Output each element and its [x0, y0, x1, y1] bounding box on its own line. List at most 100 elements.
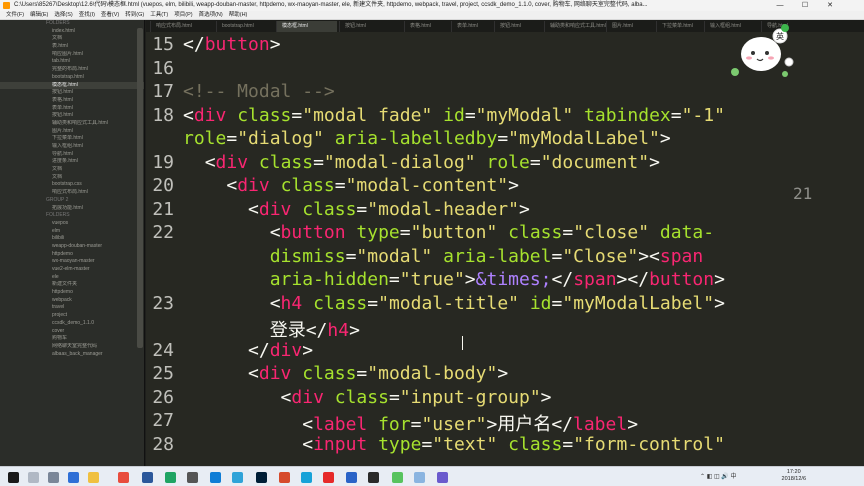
sidebar-file-item[interactable]: ccsdk_demo_1.1.0: [0, 320, 144, 328]
sidebar-file-item[interactable]: weapp-douban-master: [0, 243, 144, 251]
code-line[interactable]: <!-- Modal -->: [183, 81, 335, 102]
sidebar-file-item[interactable]: 网络聊天室完整代码: [0, 343, 144, 351]
code-line[interactable]: <div class="modal fade" id="myModal" tab…: [183, 105, 725, 126]
sidebar-file-item[interactable]: ele: [0, 274, 144, 282]
sidebar-file-item[interactable]: 文档: [0, 174, 144, 182]
editor-tab[interactable]: 响应式布局.html: [150, 21, 214, 32]
sidebar-file-item[interactable]: 表格.html: [0, 97, 144, 105]
sidebar-file-item[interactable]: 完整的布局.html: [0, 66, 144, 74]
code-line[interactable]: aria-hidden="true">&times;</span></butto…: [183, 269, 725, 290]
code-line[interactable]: </div>: [183, 340, 313, 361]
menu-item[interactable]: 首选项(N): [199, 11, 223, 20]
sidebar-file-item[interactable]: travel: [0, 304, 144, 312]
word-icon[interactable]: [142, 472, 153, 483]
photoshop-icon[interactable]: [256, 472, 267, 483]
close-window-button[interactable]: ✕: [820, 0, 840, 11]
editor-tab[interactable]: 表单.html: [451, 21, 492, 32]
sidebar-file-item[interactable]: httpdemo: [0, 289, 144, 297]
sidebar-file-item[interactable]: 图片.html: [0, 128, 144, 136]
sidebar-file-item[interactable]: 新建文件夹: [0, 281, 144, 289]
code-line[interactable]: 登录</h4>: [183, 316, 360, 342]
code-line[interactable]: <label for="user">用户名</label>: [183, 410, 638, 436]
sidebar-file-item[interactable]: 输入框组.html: [0, 143, 144, 151]
sidebar-file-item[interactable]: 响应图片.html: [0, 51, 144, 59]
sidebar-file-item[interactable]: cover: [0, 328, 144, 336]
editor-tab[interactable]: 辅助类和响应式工具.html: [544, 21, 606, 32]
app-icon-blue[interactable]: [232, 472, 243, 483]
editor-tab[interactable]: 按钮.html: [339, 21, 402, 32]
taskbar-clock[interactable]: 17:20 2018/12/6: [782, 469, 806, 483]
ie-icon[interactable]: [210, 472, 221, 483]
app-icon-orange[interactable]: [279, 472, 290, 483]
maximize-button[interactable]: ☐: [795, 0, 815, 11]
code-line[interactable]: <div class="modal-dialog" role="document…: [183, 152, 660, 173]
sidebar-section-header[interactable]: FOLDERS: [0, 212, 144, 220]
sidebar-scrollbar[interactable]: [137, 28, 143, 348]
app-icon-red[interactable]: [118, 472, 129, 483]
sidebar-file-item[interactable]: httpdemo: [0, 251, 144, 259]
sidebar-file-item[interactable]: elm: [0, 228, 144, 236]
app-icon-purple[interactable]: [437, 472, 448, 483]
code-line[interactable]: </button>: [183, 34, 281, 55]
sidebar-file-item[interactable]: 响应式布局.html: [0, 189, 144, 197]
code-line[interactable]: <div class="input-group">: [183, 387, 552, 408]
sidebar-file-item[interactable]: 表单.html: [0, 105, 144, 113]
code-line[interactable]: <div class="modal-header">: [183, 199, 530, 220]
terminal-icon[interactable]: [368, 472, 379, 483]
app-icon-light-blue[interactable]: [414, 472, 425, 483]
menu-item[interactable]: 转到(G): [125, 11, 144, 20]
sidebar-file-item[interactable]: 进度条.html: [0, 158, 144, 166]
menu-item[interactable]: 查找(I): [79, 11, 95, 20]
editor-tab[interactable]: bootstrap.html: [216, 21, 274, 32]
menu-item[interactable]: 查看(V): [101, 11, 119, 20]
code-line[interactable]: <div class="modal-content">: [183, 175, 519, 196]
editor-tab[interactable]: 表格.html: [404, 21, 449, 32]
code-line[interactable]: <div class="modal-body">: [183, 363, 508, 384]
sidebar-file-item[interactable]: 文档: [0, 166, 144, 174]
editor-tab[interactable]: 按钮.html: [494, 21, 542, 32]
code-editor[interactable]: 15 </button> 16 17 <!-- Modal --> 18 <div clas…: [146, 32, 864, 466]
sidebar-file-item[interactable]: bilibili: [0, 235, 144, 243]
edge-browser-icon[interactable]: [68, 472, 79, 483]
sidebar-file-item[interactable]: bootstrap.html: [0, 74, 144, 82]
task-view-icon[interactable]: [48, 472, 59, 483]
sidebar-file-item[interactable]: webpack: [0, 297, 144, 305]
code-line[interactable]: dismiss="modal" aria-label="Close"><span: [183, 246, 704, 267]
sidebar-file-item[interactable]: index.html: [0, 28, 144, 36]
sidebar-file-item[interactable]: 模态框.html: [0, 81, 144, 90]
menu-item[interactable]: 帮助(H): [229, 11, 248, 20]
sidebar-file-item[interactable]: albaas_back_manager: [0, 351, 144, 359]
sidebar-file-item[interactable]: 按钮.html: [0, 112, 144, 120]
sidebar-file-item[interactable]: 拓展功能.html: [0, 205, 144, 213]
menu-item[interactable]: 编辑(E): [30, 11, 48, 20]
sidebar-file-item[interactable]: vue2-elm-master: [0, 266, 144, 274]
sidebar-file-item[interactable]: 下拉菜单.html: [0, 135, 144, 143]
sidebar-file-item[interactable]: 按钮.html: [0, 89, 144, 97]
sidebar-file-item[interactable]: wx-maoyan-master: [0, 258, 144, 266]
menu-item[interactable]: 选择(S): [54, 11, 72, 20]
app-icon-green[interactable]: [392, 472, 403, 483]
qq-browser-icon[interactable]: [301, 472, 312, 483]
menu-item[interactable]: 文件(F): [6, 11, 24, 20]
sidebar-file-item[interactable]: 购物车: [0, 335, 144, 343]
editor-tab[interactable]: 模态框.html: [276, 21, 337, 32]
sidebar-file-item[interactable]: 表.html: [0, 43, 144, 51]
search-icon[interactable]: [28, 472, 39, 483]
editor-tab[interactable]: 图片.html: [606, 21, 654, 32]
sidebar-file-item[interactable]: bootstrap.css: [0, 181, 144, 189]
sidebar-section-header[interactable]: GROUP 2: [0, 197, 144, 205]
sidebar-file-item[interactable]: 辅助类和响应式工具.html: [0, 120, 144, 128]
minimize-button[interactable]: —: [770, 0, 790, 11]
app-icon-red-2[interactable]: [323, 472, 334, 483]
sidebar-file-item[interactable]: 导航.html: [0, 151, 144, 159]
code-line[interactable]: <input type="text" class="form-control": [183, 434, 725, 455]
menu-item[interactable]: 工具(T): [150, 11, 168, 20]
visual-studio-icon[interactable]: [346, 472, 357, 483]
chrome-icon[interactable]: [165, 472, 176, 483]
menu-item[interactable]: 项目(P): [174, 11, 192, 20]
sidebar-file-item[interactable]: tab.html: [0, 58, 144, 66]
editor-tab[interactable]: 下拉菜单.html: [656, 21, 702, 32]
tray-icons[interactable]: ⌃ ◧ ◫ 🔊 中: [700, 471, 737, 480]
sidebar-section-header[interactable]: FOLDERS: [0, 20, 144, 28]
windows-start-icon[interactable]: [8, 472, 19, 483]
